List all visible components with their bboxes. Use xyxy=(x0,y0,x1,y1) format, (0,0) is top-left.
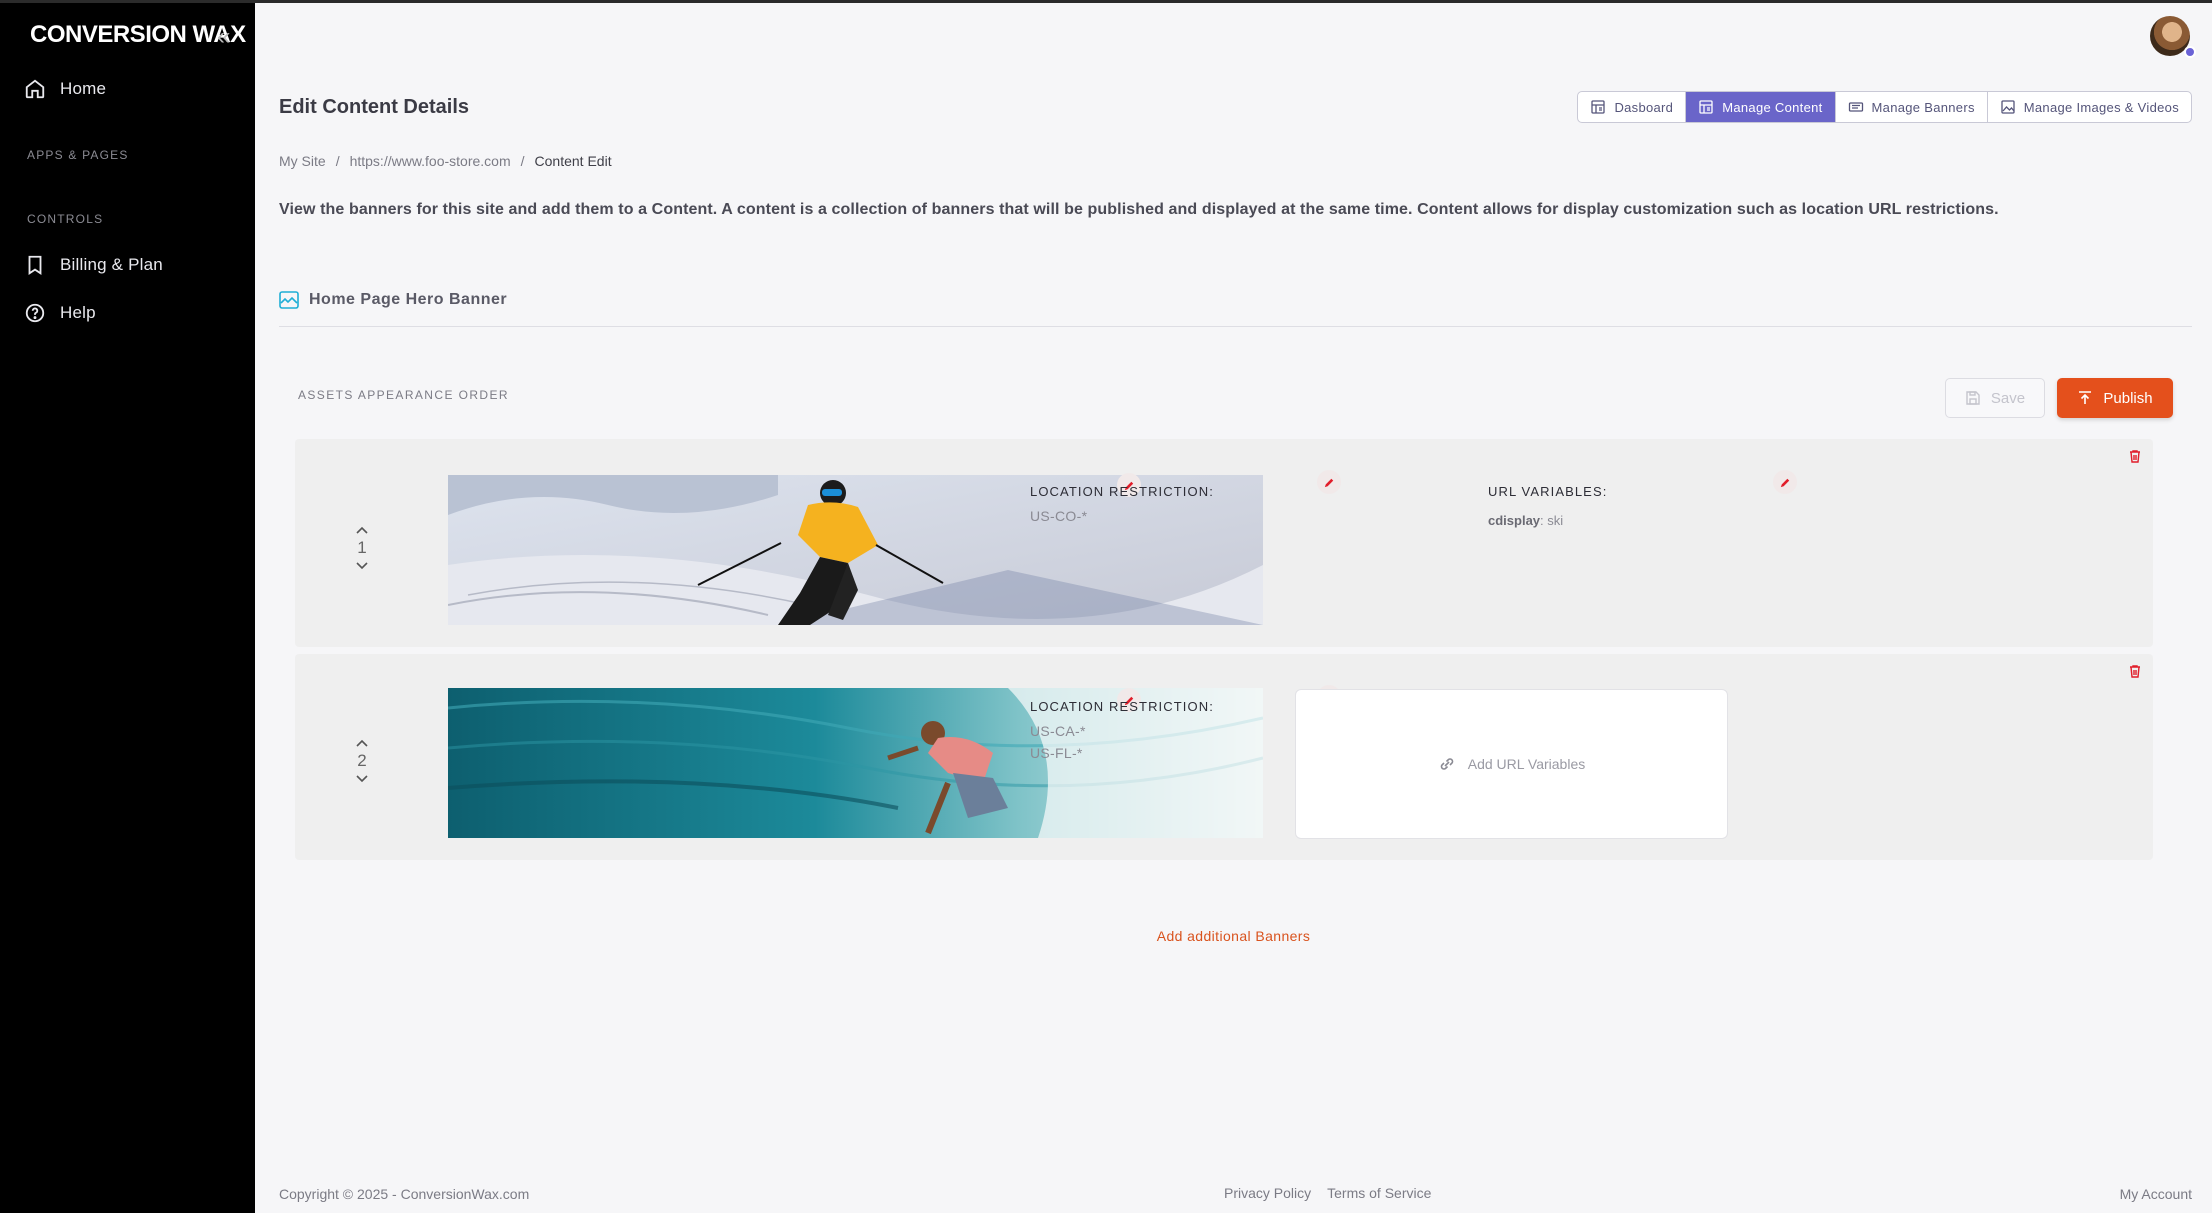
section-label-apps: APPS & PAGES xyxy=(27,148,129,162)
order-number: 1 xyxy=(357,538,367,557)
content-icon xyxy=(1699,100,1713,114)
tab-label: Manage Images & Videos xyxy=(2023,99,2179,115)
footer-links: Privacy Policy Terms of Service xyxy=(1224,1185,1431,1201)
sidebar: CONVERSION WAX « Home APPS & PAGES CONTR… xyxy=(0,3,255,1213)
tab-label: Manage Banners xyxy=(1871,99,1975,115)
location-restriction-label: LOCATION RESTRICTION: xyxy=(1030,484,1214,499)
dashboard-icon xyxy=(1591,100,1606,114)
my-account-link[interactable]: My Account xyxy=(2120,1186,2192,1202)
save-label: Save xyxy=(1990,389,2026,407)
pencil-icon xyxy=(1324,478,1333,487)
sidebar-item-label: Home xyxy=(60,79,107,98)
tab-label: Manage Content xyxy=(1722,99,1823,115)
tab-manage-banners[interactable]: Manage Banners xyxy=(1836,92,1988,122)
location-value: US-FL-* xyxy=(1030,745,1083,761)
location-restriction-label: LOCATION RESTRICTION: xyxy=(1030,699,1214,714)
content-section-header: Home Page Hero Banner xyxy=(279,291,507,309)
chevron-down-icon[interactable] xyxy=(354,560,370,572)
image-outline-icon xyxy=(279,291,299,309)
section-label-controls: CONTROLS xyxy=(27,212,104,226)
order-number: 2 xyxy=(357,751,367,770)
url-variable-entry: cdisplay: ski xyxy=(1488,513,1563,528)
app-logo[interactable]: CONVERSION WAX xyxy=(30,21,246,49)
save-button[interactable]: Save xyxy=(1945,378,2045,418)
add-url-variables-button[interactable]: Add URL Variables xyxy=(1295,689,1728,839)
trash-icon[interactable] xyxy=(2128,664,2142,678)
publish-label: Publish xyxy=(2103,389,2153,407)
edit-location-button[interactable] xyxy=(1317,470,1341,494)
content-title: Home Page Hero Banner xyxy=(309,291,508,308)
page-description: View the banners for this site and add t… xyxy=(279,201,1999,218)
breadcrumb: My Site / https://www.foo-store.com / Co… xyxy=(279,153,612,169)
content-nav-tabs: Dasboard Manage Content Manage Banners M… xyxy=(1577,91,2192,123)
banner-row-1: 1 LOCATION RESTRICTION: US-CO-* URL VARI… xyxy=(295,439,2153,647)
breadcrumb-separator: / xyxy=(335,153,340,169)
breadcrumb-separator: / xyxy=(520,153,525,169)
chevron-up-icon[interactable] xyxy=(354,737,370,749)
location-value: US-CO-* xyxy=(1030,508,1088,524)
tab-dashboard[interactable]: Dasboard xyxy=(1578,92,1687,122)
order-control: 2 xyxy=(350,737,374,785)
tab-manage-content[interactable]: Manage Content xyxy=(1686,92,1836,122)
breadcrumb-my-site[interactable]: My Site xyxy=(279,153,326,169)
collapse-sidebar-icon[interactable]: « xyxy=(217,23,230,51)
privacy-policy-link[interactable]: Privacy Policy xyxy=(1224,1185,1311,1201)
page-title: Edit Content Details xyxy=(279,96,470,118)
location-value: US-CA-* xyxy=(1030,723,1086,739)
assets-order-label: ASSETS APPEARANCE ORDER xyxy=(298,388,509,402)
breadcrumb-site-url[interactable]: https://www.foo-store.com xyxy=(350,153,511,169)
url-variables-label: URL VARIABLES: xyxy=(1488,484,1608,499)
breadcrumb-current: Content Edit xyxy=(534,153,612,169)
terms-of-service-link[interactable]: Terms of Service xyxy=(1327,1185,1431,1201)
sidebar-item-home[interactable]: Home xyxy=(24,78,106,100)
footer-copyright: Copyright © 2025 - ConversionWax.com xyxy=(279,1186,530,1202)
banner-row-2: 2 LOCATION RESTRICTION: US-CA-* US-FL-* … xyxy=(295,654,2153,860)
banner-icon xyxy=(1848,102,1863,112)
upload-icon xyxy=(2079,391,2092,404)
home-icon xyxy=(25,79,45,99)
edit-url-variables-button[interactable] xyxy=(1773,470,1797,494)
link-icon xyxy=(1440,758,1453,770)
location-value-list: US-CA-* US-FL-* xyxy=(1030,720,1086,764)
chevron-down-icon[interactable] xyxy=(354,773,370,785)
save-icon xyxy=(1966,391,1980,405)
trash-icon[interactable] xyxy=(2128,449,2142,463)
chevron-up-icon[interactable] xyxy=(354,524,370,536)
sidebar-item-help[interactable]: Help xyxy=(24,302,96,324)
help-circle-icon xyxy=(25,303,45,323)
tab-manage-images-videos[interactable]: Manage Images & Videos xyxy=(1988,92,2191,122)
url-variable-key: cdisplay xyxy=(1488,513,1541,528)
add-additional-banners-link[interactable]: Add additional Banners xyxy=(255,928,2212,944)
tab-label: Dasboard xyxy=(1614,99,1674,115)
publish-button[interactable]: Publish xyxy=(2057,378,2173,418)
online-status-dot xyxy=(2184,46,2196,58)
url-variable-value: : ski xyxy=(1540,513,1564,528)
section-divider xyxy=(279,326,2192,327)
add-url-variables-label: Add URL Variables xyxy=(1467,756,1586,772)
sidebar-item-label: Billing & Plan xyxy=(60,255,163,274)
sidebar-item-billing[interactable]: Billing & Plan xyxy=(24,254,163,276)
pencil-icon xyxy=(1780,478,1789,487)
image-icon xyxy=(2001,100,2015,114)
main-content: Edit Content Details Dasboard Manage Con… xyxy=(255,3,2212,1213)
order-control: 1 xyxy=(350,524,374,572)
bookmark-icon xyxy=(28,255,42,275)
sidebar-item-label: Help xyxy=(60,303,96,322)
